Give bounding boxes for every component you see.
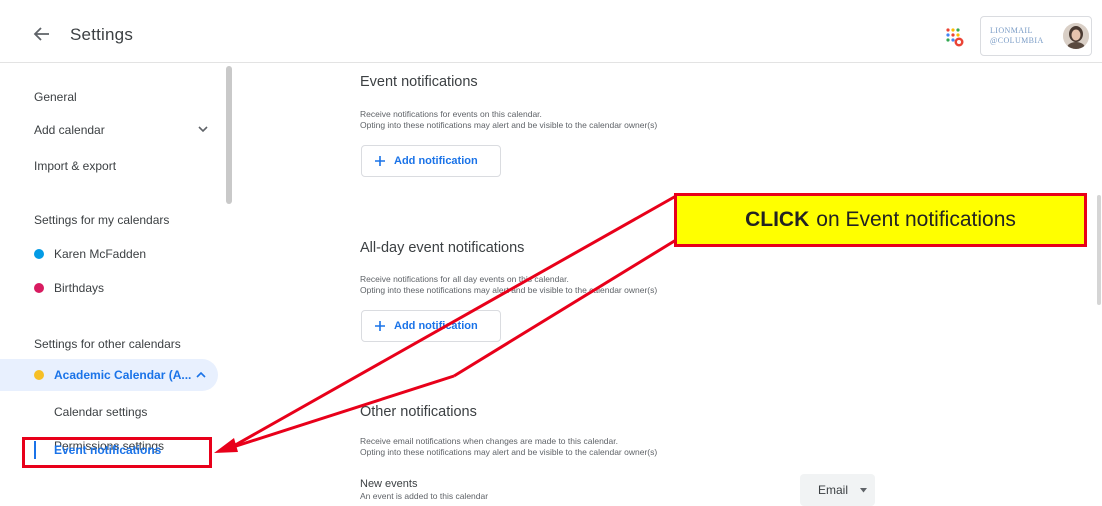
calendar-color-dot bbox=[34, 249, 44, 259]
avatar[interactable] bbox=[1063, 23, 1089, 49]
callout-text: on Event notifications bbox=[816, 208, 1016, 231]
account-switcher[interactable]: LIONMAIL @COLUMBIA bbox=[980, 16, 1092, 56]
sidebar-item-academic-calendar[interactable]: Academic Calendar (A... bbox=[0, 359, 218, 391]
sidebar-item-add-calendar[interactable]: Add calendar bbox=[34, 123, 105, 137]
event-notifications-desc: Receive notifications for events on this… bbox=[360, 109, 658, 130]
callout-emphasis: CLICK bbox=[745, 208, 810, 231]
chevron-up-icon[interactable] bbox=[196, 371, 206, 379]
avatar-photo-icon bbox=[1063, 23, 1089, 49]
calendar-color-dot bbox=[34, 283, 44, 293]
sidebar-item-general[interactable]: General bbox=[34, 90, 77, 104]
brand-logo: LIONMAIL @COLUMBIA bbox=[990, 26, 1044, 45]
button-label: Add notification bbox=[394, 155, 478, 167]
main-scrollbar[interactable] bbox=[1097, 195, 1101, 305]
apps-grid-icon[interactable] bbox=[945, 27, 965, 47]
calendar-label: Karen McFadden bbox=[54, 247, 147, 261]
sidebar-item-karen-mcfadden[interactable]: Karen McFadden bbox=[34, 247, 146, 261]
instruction-callout: CLICK on Event notifications bbox=[674, 193, 1087, 247]
allday-notifications-title: All-day event notifications bbox=[360, 240, 525, 256]
new-events-label: New events bbox=[360, 478, 418, 490]
allday-notifications-desc: Receive notifications for all day events… bbox=[360, 274, 658, 295]
plus-icon bbox=[375, 321, 385, 331]
sidebar-scrollbar[interactable] bbox=[226, 66, 232, 204]
section-other-calendars: Settings for other calendars bbox=[34, 337, 181, 351]
plus-icon bbox=[375, 156, 385, 166]
calendar-label: Academic Calendar (A... bbox=[54, 368, 192, 382]
calendar-color-dot bbox=[34, 370, 44, 380]
chevron-down-icon[interactable] bbox=[197, 125, 209, 133]
button-label: Add notification bbox=[394, 320, 478, 332]
other-notifications-title: Other notifications bbox=[360, 404, 477, 420]
caret-down-icon bbox=[860, 488, 867, 493]
sidebar-item-birthdays[interactable]: Birthdays bbox=[34, 281, 104, 295]
select-value: Email bbox=[818, 483, 849, 497]
app-header: Settings LIONMAIL @COLUMBIA bbox=[0, 0, 1102, 62]
back-arrow-icon[interactable] bbox=[32, 24, 52, 44]
event-notifications-title: Event notifications bbox=[360, 74, 478, 90]
calendar-label: Birthdays bbox=[54, 281, 105, 295]
sidebar-item-import-export[interactable]: Import & export bbox=[34, 159, 116, 173]
new-events-email-select[interactable]: Email bbox=[800, 474, 875, 506]
highlight-box bbox=[22, 437, 212, 468]
sidebar-item-calendar-settings[interactable]: Calendar settings bbox=[54, 405, 147, 419]
other-notifications-desc: Receive email notifications when changes… bbox=[360, 436, 658, 457]
page-title: Settings bbox=[70, 25, 134, 44]
add-event-notification-button[interactable]: Add notification bbox=[361, 145, 501, 177]
new-events-desc: An event is added to this calendar bbox=[360, 491, 489, 501]
section-my-calendars: Settings for my calendars bbox=[34, 213, 170, 227]
add-allday-notification-button[interactable]: Add notification bbox=[361, 310, 501, 342]
